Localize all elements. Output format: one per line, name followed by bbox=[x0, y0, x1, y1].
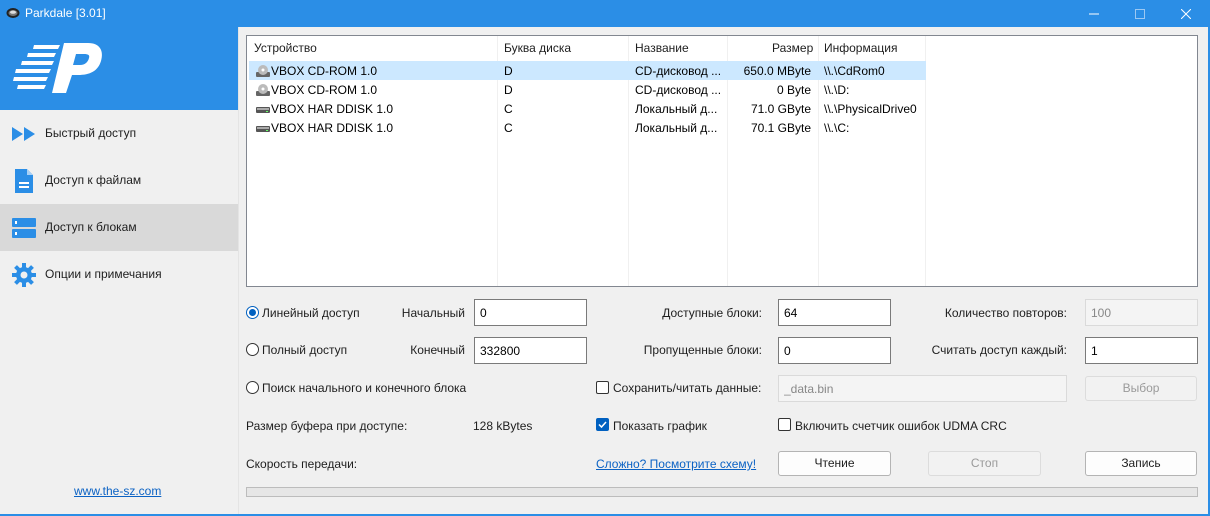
udma-crc-checkbox[interactable] bbox=[778, 418, 791, 431]
stop-button[interactable]: Стоп bbox=[928, 451, 1041, 476]
logo-area bbox=[0, 27, 238, 110]
cell-device: VBOX CD-ROM 1.0 bbox=[271, 64, 378, 78]
maximize-button[interactable] bbox=[1117, 0, 1163, 27]
linear-access-radio[interactable] bbox=[246, 306, 259, 319]
cell-letter: C bbox=[504, 102, 513, 116]
end-label: Конечный bbox=[410, 343, 465, 357]
minimize-button[interactable] bbox=[1071, 0, 1117, 27]
udma-crc-label[interactable]: Включить счетчик ошибок UDMA CRC bbox=[795, 419, 1007, 433]
cell-size: 71.0 GByte bbox=[750, 102, 811, 116]
skipped-blocks-label: Пропущенные блоки: bbox=[643, 343, 762, 357]
transfer-speed-label: Скорость передачи: bbox=[246, 457, 358, 471]
sidebar: Быстрый доступ Доступ к файлам Доступ к … bbox=[0, 27, 238, 516]
show-graph-checkbox[interactable] bbox=[596, 418, 609, 431]
table-row[interactable]: VBOX HAR DDISK 1.0 C Локальный д... 70.1… bbox=[249, 118, 926, 137]
blocks-icon bbox=[12, 218, 36, 238]
cell-info: \\.\C: bbox=[824, 121, 850, 135]
skipped-blocks-input[interactable] bbox=[778, 337, 891, 364]
fast-forward-icon bbox=[12, 127, 35, 141]
window-title: Parkdale [3.01] bbox=[25, 6, 106, 20]
cell-name: CD-дисковод ... bbox=[635, 83, 722, 97]
scheme-link[interactable]: Сложно? Посмотрите схему! bbox=[596, 457, 756, 471]
cell-info: \\.\D: bbox=[824, 83, 850, 97]
sidebar-divider bbox=[238, 27, 239, 516]
website-link[interactable]: www.the-sz.com bbox=[74, 484, 161, 498]
linear-access-label[interactable]: Линейный доступ bbox=[262, 306, 360, 320]
cdrom-icon bbox=[256, 65, 270, 77]
show-graph-label[interactable]: Показать график bbox=[613, 419, 707, 433]
start-label: Начальный bbox=[401, 306, 465, 320]
cell-name: CD-дисковод ... bbox=[635, 64, 722, 78]
available-blocks-input[interactable] bbox=[778, 299, 891, 326]
read-each-label: Считать доступ каждый: bbox=[931, 343, 1067, 357]
file-input[interactable] bbox=[778, 375, 1067, 402]
close-icon bbox=[1181, 8, 1191, 19]
close-button[interactable] bbox=[1163, 0, 1209, 27]
available-blocks-label: Доступные блоки: bbox=[662, 306, 762, 320]
parkdale-logo bbox=[13, 43, 102, 93]
browse-button[interactable]: Выбор bbox=[1085, 376, 1197, 401]
harddisk-icon bbox=[256, 107, 270, 113]
table-row[interactable]: VBOX HAR DDISK 1.0 C Локальный д... 71.0… bbox=[249, 99, 926, 118]
read-each-input[interactable] bbox=[1085, 337, 1198, 364]
cell-size: 70.1 GByte bbox=[750, 121, 811, 135]
maximize-icon bbox=[1135, 8, 1145, 19]
column-header-name[interactable]: Название bbox=[635, 41, 689, 55]
file-icon bbox=[15, 169, 33, 193]
cell-name: Локальный д... bbox=[635, 121, 718, 135]
read-button[interactable]: Чтение bbox=[778, 451, 891, 476]
column-header-info[interactable]: Информация bbox=[824, 41, 897, 55]
cell-size: 650.0 MByte bbox=[743, 64, 811, 78]
write-button[interactable]: Запись bbox=[1085, 451, 1197, 476]
repeat-count-label: Количество повторов: bbox=[944, 306, 1067, 320]
nav-file-access[interactable]: Доступ к файлам bbox=[0, 157, 238, 204]
minimize-icon bbox=[1089, 13, 1099, 14]
cdrom-icon bbox=[256, 84, 270, 96]
cell-device: VBOX HAR DDISK 1.0 bbox=[271, 121, 394, 135]
nav-quick-access[interactable]: Быстрый доступ bbox=[0, 110, 238, 157]
cell-device: VBOX HAR DDISK 1.0 bbox=[271, 102, 394, 116]
column-header-size[interactable]: Размер bbox=[772, 41, 813, 55]
progress-bar bbox=[246, 487, 1198, 497]
cell-info: \\.\PhysicalDrive0 bbox=[824, 102, 917, 116]
end-input[interactable] bbox=[474, 337, 587, 364]
full-access-radio[interactable] bbox=[246, 343, 259, 356]
save-read-label[interactable]: Сохранить/читать данные: bbox=[613, 381, 761, 395]
column-header-device[interactable]: Устройство bbox=[254, 41, 317, 55]
nav-options[interactable]: Опции и примечания bbox=[0, 251, 238, 298]
start-input[interactable] bbox=[474, 299, 587, 326]
nav-block-access[interactable]: Доступ к блокам bbox=[0, 204, 238, 251]
cell-device: VBOX CD-ROM 1.0 bbox=[271, 83, 378, 97]
full-access-label[interactable]: Полный доступ bbox=[262, 343, 347, 357]
repeat-count-input[interactable] bbox=[1085, 299, 1198, 326]
device-list[interactable]: Устройство Буква диска Название Размер И… bbox=[246, 35, 1198, 287]
app-icon bbox=[6, 8, 20, 18]
save-read-checkbox[interactable] bbox=[596, 381, 609, 394]
column-header-letter[interactable]: Буква диска bbox=[504, 41, 571, 55]
nav-label: Быстрый доступ bbox=[45, 126, 137, 140]
checkmark-icon bbox=[598, 421, 607, 429]
nav-label: Доступ к блокам bbox=[45, 220, 137, 234]
cell-letter: C bbox=[504, 121, 513, 135]
cell-name: Локальный д... bbox=[635, 102, 718, 116]
cell-letter: D bbox=[504, 64, 513, 78]
nav-label: Доступ к файлам bbox=[45, 173, 142, 187]
cell-letter: D bbox=[504, 83, 513, 97]
table-row[interactable]: VBOX CD-ROM 1.0 D CD-дисковод ... 0 Byte… bbox=[249, 80, 926, 99]
buffer-size-value: 128 kBytes bbox=[473, 419, 533, 433]
harddisk-icon bbox=[256, 126, 270, 132]
search-blocks-label[interactable]: Поиск начального и конечного блока bbox=[262, 381, 466, 395]
nav-label: Опции и примечания bbox=[45, 267, 162, 281]
cell-info: \\.\CdRom0 bbox=[824, 64, 885, 78]
cell-size: 0 Byte bbox=[776, 83, 811, 97]
search-blocks-radio[interactable] bbox=[246, 381, 259, 394]
buffer-size-label: Размер буфера при доступе: bbox=[246, 419, 408, 433]
table-row[interactable]: VBOX CD-ROM 1.0 D CD-дисковод ... 650.0 … bbox=[249, 61, 926, 80]
gear-icon bbox=[12, 263, 36, 287]
title-bar: Parkdale [3.01] bbox=[0, 0, 1210, 27]
